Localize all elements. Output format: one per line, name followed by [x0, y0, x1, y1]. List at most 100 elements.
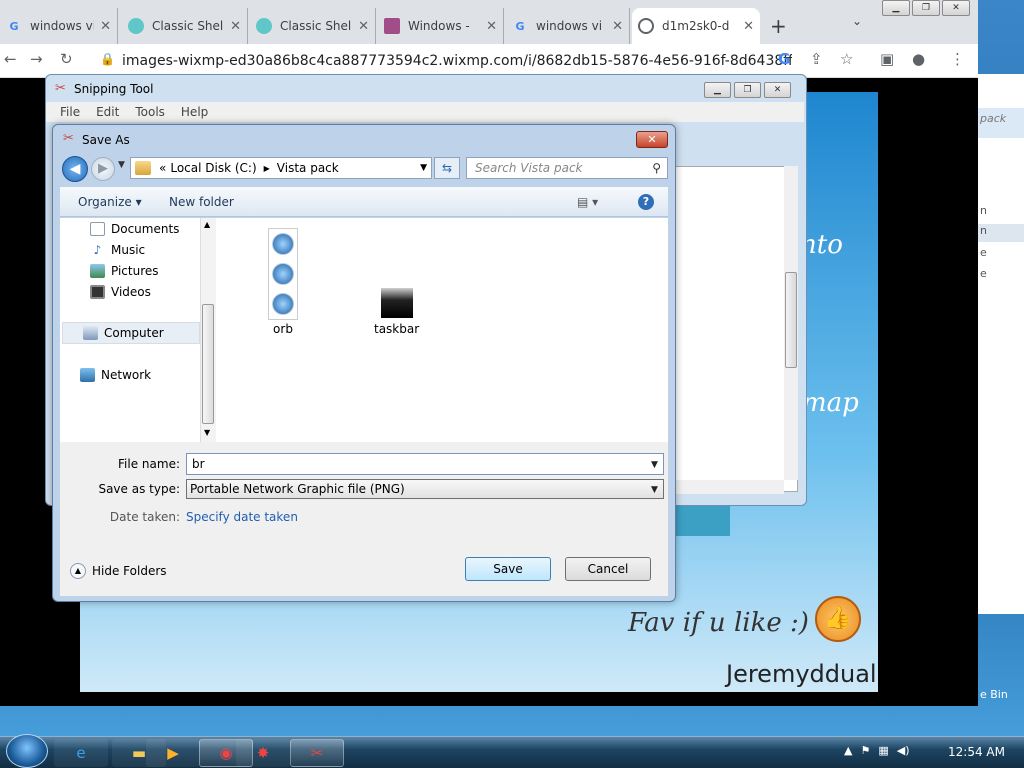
file-item[interactable]: taskbar: [374, 288, 419, 336]
close-icon[interactable]: ✕: [100, 19, 111, 34]
close-icon[interactable]: ✕: [942, 0, 970, 16]
back-icon[interactable]: ←: [4, 50, 17, 68]
reload-icon[interactable]: ↻: [60, 50, 73, 68]
network-icon[interactable]: ▦: [878, 744, 888, 757]
ie-icon[interactable]: e: [54, 739, 108, 767]
close-icon[interactable]: ✕: [486, 19, 497, 34]
date-taken-link[interactable]: Specify date taken: [186, 510, 298, 524]
close-icon[interactable]: ✕: [743, 19, 754, 34]
breadcrumb-item[interactable]: Vista pack: [277, 161, 339, 175]
tab-label: Windows -: [408, 19, 470, 33]
file-label: orb: [273, 322, 293, 336]
hide-folders-label: Hide Folders: [92, 564, 167, 578]
browser-tab[interactable]: Classic Shel ✕: [250, 8, 376, 44]
save-type-select[interactable]: Portable Network Graphic file (PNG): [186, 479, 664, 499]
new-folder-button[interactable]: New folder: [169, 195, 234, 209]
file-name-input[interactable]: br: [186, 453, 664, 475]
forward-icon[interactable]: →: [30, 50, 43, 68]
browser-tab-active[interactable]: d1m2sk0-d ✕: [632, 8, 760, 44]
browser-tab[interactable]: Windows - ✕: [378, 8, 504, 44]
nav-label: Videos: [111, 285, 151, 299]
action-center-icon[interactable]: ⚑: [860, 744, 870, 757]
scroll-down-icon[interactable]: ▼: [204, 428, 210, 437]
close-icon[interactable]: ✕: [612, 19, 623, 34]
search-input[interactable]: Search Vista pack ⚲: [466, 157, 668, 179]
breadcrumb[interactable]: « Local Disk (C:) ▶ Vista pack ▼: [130, 157, 432, 179]
pictures-icon: [90, 264, 105, 278]
browser-tab[interactable]: G windows vi ✕: [506, 8, 630, 44]
computer-icon: [83, 326, 98, 340]
nav-item-pictures[interactable]: Pictures: [90, 264, 159, 278]
scroll-thumb[interactable]: [202, 304, 214, 424]
tray-expand-icon[interactable]: ▲: [844, 744, 852, 757]
sliver-item: e: [980, 246, 987, 259]
chevron-right-icon: ▶: [263, 163, 270, 173]
refresh-icon[interactable]: ⇆: [434, 157, 460, 179]
nav-item-documents[interactable]: Documents: [90, 222, 179, 236]
menu-help[interactable]: Help: [181, 105, 208, 119]
snipping-tool-icon[interactable]: ✂: [290, 739, 344, 767]
restore-icon[interactable]: ❐: [912, 0, 940, 16]
breadcrumb-overflow[interactable]: «: [159, 161, 166, 175]
close-icon[interactable]: ✕: [358, 19, 369, 34]
minimize-icon[interactable]: ▁: [704, 82, 731, 98]
close-icon[interactable]: ✕: [764, 82, 791, 98]
chevron-down-icon[interactable]: ▼: [651, 460, 658, 470]
save-button[interactable]: Save: [465, 557, 551, 581]
tab-label: Classic Shel: [152, 19, 224, 33]
volume-icon[interactable]: ◀): [897, 744, 910, 757]
clock[interactable]: 12:54 AM: [948, 745, 1005, 759]
google-icon[interactable]: G: [778, 50, 790, 68]
taskbar-image-icon: [380, 288, 413, 318]
scissors-icon: ✂: [55, 81, 66, 96]
media-player-icon[interactable]: ▶: [146, 739, 200, 767]
menu-icon[interactable]: ⋮: [950, 50, 965, 68]
nav-item-computer[interactable]: Computer: [62, 322, 200, 344]
nav-item-network[interactable]: Network: [80, 368, 151, 382]
shell-icon: [128, 18, 144, 34]
browser-tab[interactable]: G windows vi ✕: [0, 8, 118, 44]
nav-item-music[interactable]: ♪ Music: [90, 243, 146, 257]
search-icon: ⚲: [652, 161, 661, 175]
chevron-down-icon[interactable]: ▼: [651, 485, 658, 495]
share-icon[interactable]: ⇪: [810, 50, 823, 68]
app-icon[interactable]: ✸: [236, 739, 290, 767]
chevron-down-icon[interactable]: ▼: [420, 163, 427, 173]
close-button[interactable]: ✕: [636, 131, 668, 148]
browser-tab[interactable]: Classic Shel ✕: [122, 8, 248, 44]
cancel-button[interactable]: Cancel: [565, 557, 651, 581]
sidepanel-icon[interactable]: ▣: [880, 50, 894, 68]
file-item[interactable]: orb: [268, 228, 298, 336]
forward-button[interactable]: ▶: [91, 157, 115, 181]
star-icon[interactable]: ☆: [840, 50, 853, 68]
scroll-up-icon[interactable]: ▲: [204, 220, 210, 229]
close-icon[interactable]: ✕: [230, 19, 241, 34]
scroll-thumb[interactable]: [785, 272, 797, 368]
breadcrumb-item[interactable]: Local Disk (C:): [170, 161, 256, 175]
hide-folders-button[interactable]: ▲ Hide Folders: [70, 563, 167, 579]
menu-edit[interactable]: Edit: [96, 105, 119, 119]
menu-tools[interactable]: Tools: [135, 105, 165, 119]
file-list: orb taskbar: [218, 218, 668, 442]
minimize-icon[interactable]: ▁: [882, 0, 910, 16]
view-icon[interactable]: ▤ ▾: [577, 195, 598, 209]
new-tab-icon[interactable]: +: [770, 14, 787, 38]
chevron-down-icon[interactable]: ⌄: [852, 14, 862, 28]
organize-button[interactable]: Organize ▾: [78, 195, 142, 209]
background-window: pack n n e e: [978, 74, 1024, 614]
address-bar[interactable]: images-wixmp-ed30a86b8c4ca887773594c2.wi…: [122, 49, 792, 73]
nav-item-videos[interactable]: Videos: [90, 285, 151, 299]
vertical-scrollbar[interactable]: [784, 166, 798, 480]
date-taken-label: Date taken:: [109, 510, 180, 524]
restore-icon[interactable]: ❐: [734, 82, 761, 98]
help-icon[interactable]: ?: [638, 193, 654, 210]
recycle-bin-label[interactable]: e Bin: [980, 688, 1008, 701]
back-button[interactable]: ◀: [62, 156, 88, 182]
avatar[interactable]: ●: [912, 50, 925, 68]
menu-file[interactable]: File: [60, 105, 80, 119]
start-button[interactable]: [6, 734, 48, 768]
google-icon: G: [515, 19, 525, 33]
nav-label: Music: [111, 243, 146, 257]
orb-icon: [272, 233, 294, 255]
chevron-down-icon[interactable]: ▼: [118, 160, 125, 170]
